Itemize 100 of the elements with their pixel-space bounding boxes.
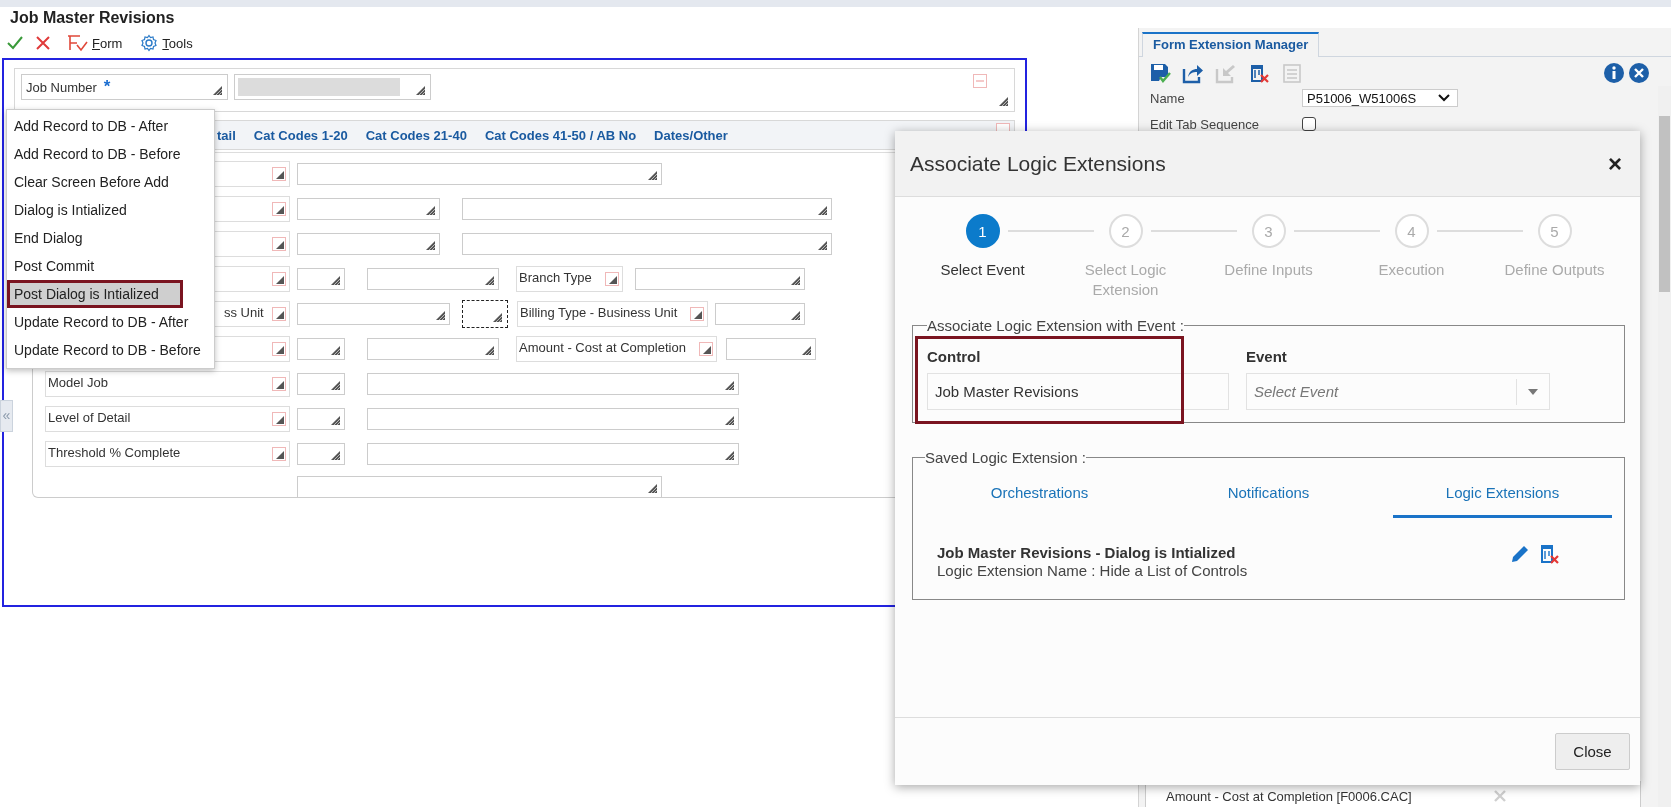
corner-grip-icon <box>272 167 286 181</box>
input-field[interactable] <box>297 163 662 185</box>
import-icon[interactable] <box>1215 62 1237 84</box>
corner-grip-icon <box>725 416 734 425</box>
step-indicator[interactable]: 1 <box>965 214 1000 248</box>
pencil-icon[interactable] <box>1510 544 1530 564</box>
menu-item[interactable]: Update Record to DB - After <box>7 308 214 336</box>
close-button[interactable]: Close <box>1555 733 1630 770</box>
document-icon[interactable] <box>1281 62 1303 84</box>
input-field[interactable] <box>715 303 806 325</box>
step-label: Execution <box>1377 260 1446 280</box>
input-field[interactable] <box>297 303 450 325</box>
input-field[interactable] <box>297 268 345 290</box>
input-field[interactable] <box>297 198 440 220</box>
input-field[interactable] <box>462 198 832 220</box>
delete-icon[interactable] <box>1248 62 1270 84</box>
input-field[interactable] <box>297 408 345 430</box>
menu-item[interactable]: Clear Screen Before Add <box>7 168 214 196</box>
menu-item[interactable]: Post Dialog is Intialized <box>7 280 183 308</box>
field-label: Level of Detail <box>48 410 131 425</box>
input-field[interactable] <box>367 373 739 395</box>
field-label: Edit Tab Sequence <box>1150 116 1260 132</box>
menu-item[interactable]: Add Record to DB - Before <box>7 140 214 168</box>
input-field[interactable] <box>297 373 345 395</box>
dropdown[interactable]: P51006_W51006S <box>1302 89 1458 107</box>
field-label: ss Unit <box>224 305 264 320</box>
corner-grip-icon <box>790 276 800 285</box>
input-field[interactable] <box>725 338 816 360</box>
event-dropdown[interactable]: Select Event <box>1246 373 1550 410</box>
close-button[interactable]: × <box>1602 149 1628 178</box>
step-label: Select Logic Extension <box>1083 260 1168 300</box>
close-icon[interactable] <box>1629 63 1649 83</box>
input-field[interactable] <box>297 233 440 255</box>
corner-grip-icon <box>485 276 494 285</box>
tab[interactable]: Notifications <box>1154 472 1383 518</box>
menu-item[interactable]: Post Commit <box>7 252 214 280</box>
input-field[interactable] <box>234 74 431 100</box>
checkbox[interactable] <box>1302 117 1316 131</box>
corner-grip-icon <box>426 241 435 250</box>
window-title: Job Master Revisions <box>10 8 175 27</box>
menu-item[interactable]: Add Record to DB - After <box>7 112 214 140</box>
caret-down-icon <box>1527 388 1539 396</box>
input-field[interactable] <box>297 476 662 497</box>
input-field[interactable] <box>634 268 805 290</box>
corner-grip-icon <box>272 272 286 286</box>
focus-field[interactable] <box>462 300 508 328</box>
entry-title: Job Master Revisions - Dialog is Intialized <box>937 544 1237 561</box>
menu-item[interactable]: End Dialog <box>7 224 214 252</box>
close-icon[interactable] <box>34 34 52 52</box>
input-field[interactable] <box>367 338 499 360</box>
checkmark-icon[interactable] <box>6 34 24 52</box>
entry-subtitle: Logic Extension Name : Hide a List of Controls <box>937 562 1249 579</box>
corner-grip-icon <box>818 206 827 215</box>
corner-grip-icon <box>725 451 734 460</box>
dialog-title: Associate Logic Extensions <box>910 151 1166 176</box>
input-field[interactable] <box>297 338 345 360</box>
menu-item[interactable]: Dialog is Intialized <box>7 196 214 224</box>
corner-grip-icon <box>801 346 811 355</box>
tools-menu-button[interactable]: Tools <box>136 34 197 52</box>
input-field[interactable]: Job Number * <box>21 74 228 100</box>
menu-item[interactable]: Update Record to DB - Before <box>7 336 214 364</box>
corner-grip-icon <box>331 276 340 285</box>
step-label: Define Inputs <box>1223 260 1314 280</box>
save-icon[interactable] <box>1149 62 1171 84</box>
remove-icon[interactable] <box>1494 790 1506 802</box>
corner-grip-icon <box>331 381 340 390</box>
input-field[interactable] <box>367 268 499 290</box>
step-label: Define Outputs <box>1503 260 1606 280</box>
tab[interactable]: Cat Codes 41-50 / AB No <box>484 127 637 143</box>
tab[interactable]: Logic Extensions <box>1393 472 1612 518</box>
corner-grip-icon <box>426 206 435 215</box>
input-field[interactable] <box>297 443 345 465</box>
tab[interactable]: Form Extension Manager <box>1142 32 1320 57</box>
field-label: Amount - Cost at Completion <box>519 340 686 355</box>
corner-grip-icon <box>331 346 340 355</box>
section-title: Associate Logic Extension with Event : <box>927 317 1184 334</box>
corner-grip-icon <box>485 346 494 355</box>
export-icon[interactable] <box>1182 62 1204 84</box>
info-icon[interactable] <box>1604 63 1624 83</box>
section-title: Saved Logic Extension : <box>925 449 1086 466</box>
corner-grip-icon <box>272 412 286 426</box>
corner-grip-icon <box>331 451 340 460</box>
input-field[interactable] <box>462 233 832 255</box>
delete-icon[interactable] <box>1539 544 1559 564</box>
field-label: Billing Type - Business Unit <box>520 305 678 320</box>
tab[interactable]: Cat Codes 21-40 <box>365 127 467 143</box>
corner-grip-icon <box>331 416 340 425</box>
input-field[interactable] <box>367 443 739 465</box>
form-menu-button[interactable]: Form <box>62 34 127 52</box>
field-label: Model Job <box>48 375 108 390</box>
tab[interactable]: Cat Codes 1-20 <box>253 127 348 143</box>
input-field[interactable]: Job Master Revisions <box>927 373 1229 410</box>
tab[interactable]: tail <box>217 127 236 143</box>
input-field[interactable] <box>367 408 739 430</box>
corner-grip-icon <box>272 237 286 251</box>
tab[interactable]: Orchestrations <box>925 472 1154 518</box>
corner-grip-icon <box>698 342 713 356</box>
tab[interactable]: Dates/Other <box>654 127 728 143</box>
corner-grip-icon <box>272 307 286 321</box>
scrollbar-thumb[interactable] <box>1659 116 1670 292</box>
